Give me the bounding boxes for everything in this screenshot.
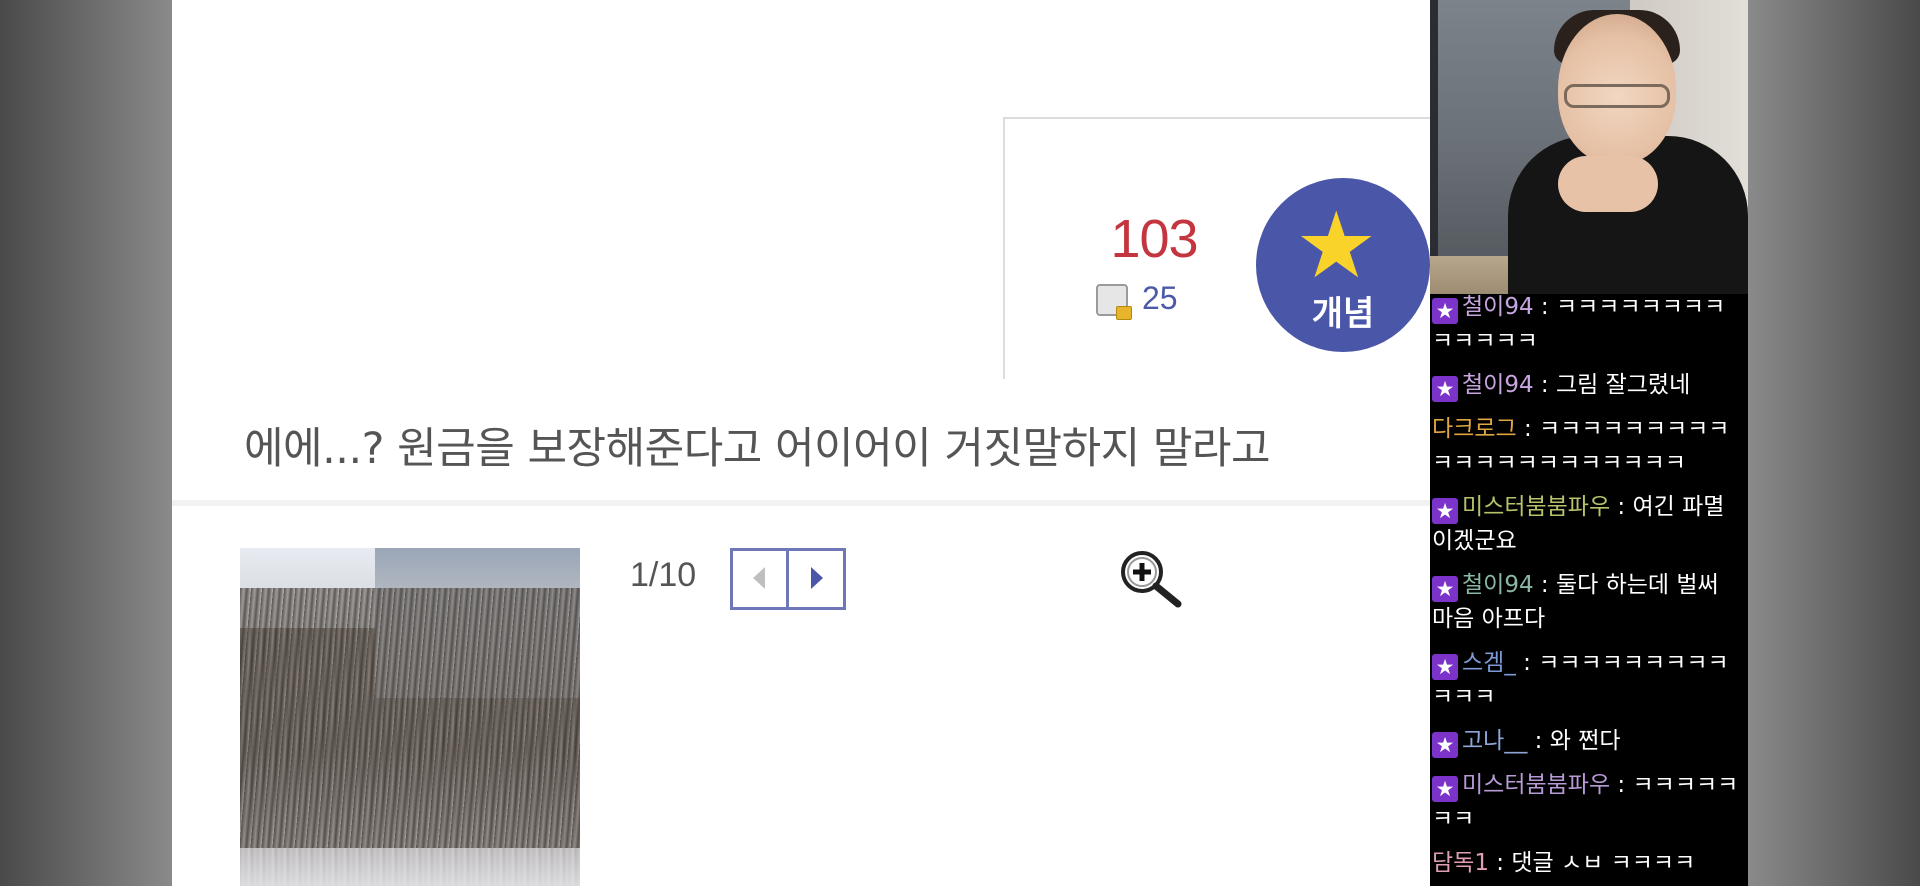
chat-nickname[interactable]: 다크로그 — [1432, 416, 1517, 442]
chat-separator: : — [1488, 850, 1512, 876]
recommend-star-button[interactable]: ★ 개념 — [1256, 178, 1430, 352]
chat-message: 다크로그 : ㅋㅋㅋㅋㅋㅋㅋㅋㅋㅋㅋㅋㅋㅋㅋㅋㅋㅋㅋㅋㅋ — [1432, 408, 1744, 486]
chat-nickname[interactable]: 스겜_ — [1462, 650, 1516, 676]
chat-separator: : — [1610, 494, 1633, 520]
webcam-hand — [1558, 156, 1658, 212]
chat-message: ★ 고나__ : 와 쩐다 — [1432, 720, 1744, 764]
chat-nickname[interactable]: 고나__ — [1462, 728, 1527, 754]
chat-nickname[interactable]: 미스터붐붐파우 — [1462, 772, 1610, 798]
chat-nickname[interactable]: 미스터붐붐파우 — [1462, 494, 1610, 520]
chevron-right-icon — [811, 567, 823, 589]
chat-nickname[interactable]: 철이94 — [1462, 294, 1534, 320]
chevron-left-icon — [753, 567, 765, 589]
zoom-in-icon[interactable] — [1116, 548, 1186, 608]
chat-message: ★ 미스터붐붐파우 : ㅋㅋㅋㅋㅋㅋㅋ — [1432, 764, 1744, 842]
subscriber-star-icon: ★ — [1432, 776, 1458, 802]
image-next-button[interactable] — [786, 548, 846, 610]
chat-separator: : — [1533, 372, 1556, 398]
chat-message: ★ 스겜_ : ㅋㅋㅋㅋㅋㅋㅋㅋㅋㅋㅋㅋ — [1432, 642, 1744, 720]
right-background — [1748, 0, 1920, 886]
star-icon: ★ — [1295, 192, 1378, 299]
webcam-doorframe — [1430, 0, 1438, 294]
chat-separator: : — [1516, 416, 1540, 442]
fixed-post-icon — [1096, 284, 1132, 320]
chat-separator: : — [1533, 572, 1556, 598]
streamer-webcam — [1430, 0, 1748, 294]
chat-separator: : — [1533, 294, 1556, 320]
subscriber-star-icon: ★ — [1432, 498, 1458, 524]
subscriber-star-icon: ★ — [1432, 576, 1458, 602]
chat-nickname[interactable]: 철이94 — [1462, 572, 1534, 598]
chat-text: 댓글 ㅅㅂ ㅋㅋㅋㅋ — [1511, 850, 1696, 876]
chat-text: 그림 잘그렸네 — [1555, 372, 1691, 398]
subscriber-star-icon: ★ — [1432, 376, 1458, 402]
fixed-count: 25 — [1142, 280, 1178, 316]
chat-message: ★ 철이94 : ㅋㅋㅋㅋㅋㅋㅋㅋㅋㅋㅋㅋㅋ — [1432, 294, 1744, 364]
webcam-glasses — [1564, 84, 1670, 108]
left-background — [0, 0, 172, 886]
image-trees — [240, 588, 580, 848]
chat-message: ★ 철이94 : 그림 잘그렸네 — [1432, 364, 1744, 408]
chat-nickname[interactable]: 담독1 — [1432, 850, 1489, 876]
image-pager-count: 1/10 — [630, 556, 697, 594]
post-body-text: 에에...? 원금을 보장해준다고 어이어이 거짓말하지 말라고 — [244, 424, 1271, 474]
image-prev-button[interactable] — [730, 548, 790, 610]
chat-messages: ★ 철이94 : ㅋㅋㅋㅋㅋㅋㅋㅋㅋㅋㅋㅋㅋ ★ 철이94 : 그림 잘그렸네 다크로그… — [1430, 294, 1748, 886]
chat-nickname[interactable]: 철이94 — [1462, 372, 1534, 398]
chat-message: 담독1 : 댓글 ㅅㅂ ㅋㅋㅋㅋ — [1432, 842, 1744, 886]
chat-message: ★ 철이94 : 둘다 하는데 벌써 마음 아프다 — [1432, 564, 1744, 642]
subscriber-star-icon: ★ — [1432, 654, 1458, 680]
chat-panel: ★ 철이94 : ㅋㅋㅋㅋㅋㅋㅋㅋㅋㅋㅋㅋㅋ ★ 철이94 : 그림 잘그렸네 다크로그… — [1430, 294, 1748, 886]
chat-message: ★ 미스터붐붐파우 : 여긴 파멸이겠군요 — [1432, 486, 1744, 564]
lock-icon — [1116, 306, 1132, 320]
chat-separator: : — [1515, 650, 1539, 676]
chat-text: 와 쩐다 — [1549, 728, 1621, 754]
chat-separator: : — [1527, 728, 1550, 754]
divider — [172, 500, 1430, 506]
subscriber-star-icon: ★ — [1432, 732, 1458, 758]
subscriber-star-icon: ★ — [1432, 298, 1458, 324]
post-image-thumbnail[interactable] — [240, 548, 580, 886]
post-page: 103 25 ★ 개념 에에...? 원금을 보장해준다고 어이어이 거짓말하지… — [172, 0, 1430, 886]
star-button-label: 개념 — [1311, 294, 1375, 334]
recommend-count: 103 — [1110, 209, 1198, 269]
chat-separator: : — [1610, 772, 1633, 798]
